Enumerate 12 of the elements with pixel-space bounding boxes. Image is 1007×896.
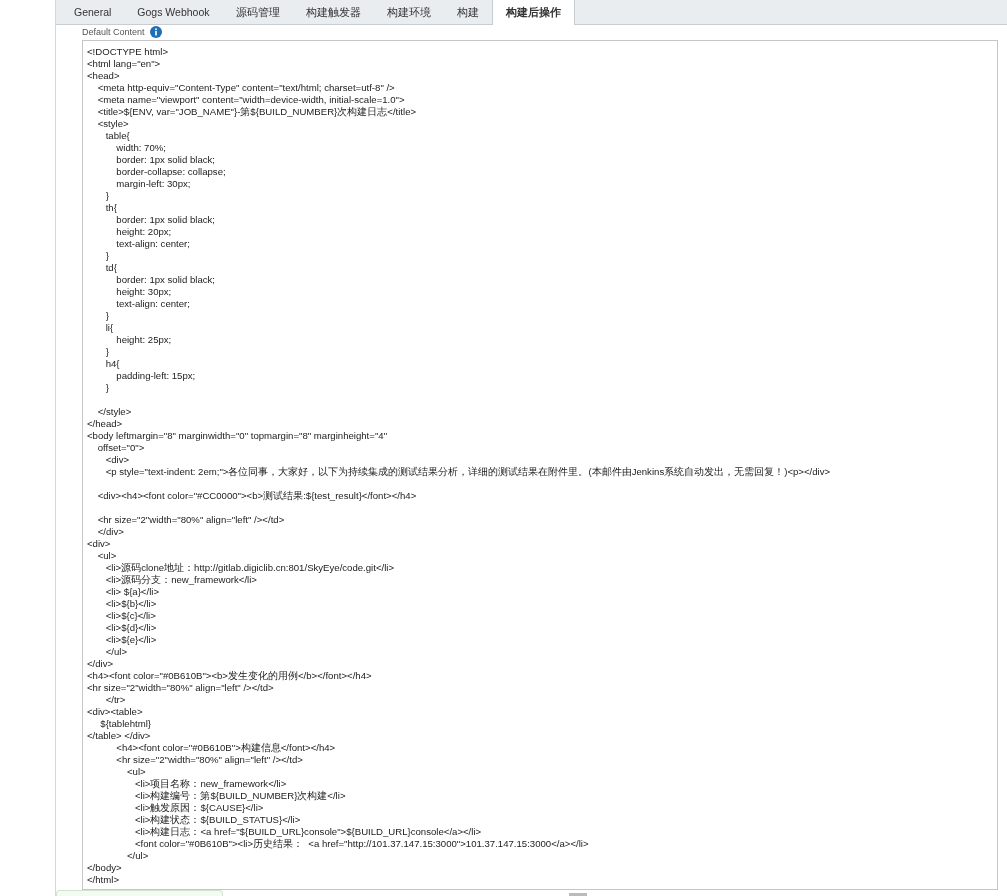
tab[interactable]: 源码管理 xyxy=(222,0,293,24)
tab[interactable]: 构建后操作 xyxy=(491,0,575,25)
tab[interactable]: General xyxy=(61,0,125,24)
code-field[interactable]: <!DOCTYPE html> <html lang="en"> <head> <meta http-equiv="Content-Type" content="text/html; charset=utf-8" /> <meta name="viewport" content="width=device-width, initial-scale=1.0"> <title>${ENV, var="JOB_NAME"}-第${BUILD_NUMBER}次构建日志</title> <style> table{ width: 70%; border: 1px solid black; border-collapse: collapse; margin-left: 30px; } th{ border: 1px solid black; height: 20px; text-align: center; } td{ border: 1px solid black; height: 30px; text-align: center; } li{ height: 25px; } h4{ padding-left: 15px; } </style> </head> <body leftmargin="8" marginwidth="0" topmargin="8" marginheight="4" offset="0"> <div> <p style="text-indent: 2em;">各位同事，大家好，以下为持续集成的测试结果分析，详细的测试结果在附件里。(本邮件由Jenkins系统自动发出，无需回复！)<p></div> <div><h4><font color="#CC0000"><b>测试结果:${test_result}</font></h4> <hr size="2"width="80%" align="left" /></td> </div> <div> <ul> <li>源码clone地址：http://gitlab.digiclib.cn:801/SkyEye/code.git</li> <li>源码分支：new_framework</li> <li> ${a}</li> <li>${b}</li> <li>${c}</li> <li>${d}</li> <li>${e}</li> </ul> </div> <h4><font color="#0B610B"><b>发生变化的用例</b></font></h4> <hr size="2"width="80%" align="left" /></td> </tr> <div><table> ${tablehtml} </table> </div> <h4><font color="#0B610B">构建信息</font></h4> <hr size="2"width="80%" align="left" /></td> <ul> <li>项目名称：new_framework</li> <li>构建编号：第${BUILD_NUMBER}次构建</li> <li>触发原因：${CAUSE}</li> <li>构建状态：${BUILD_STATUS}</li> <li>构建日志：<a href="${BUILD_URL}console">${BUILD_URL}console</a></li> <font color="#0B610B"><li>历史结果： <a href="http://101.37.147.15:3000">101.37.147.15:3000</a></li> </ul> </body> </html> xyxy=(82,40,998,890)
tab[interactable]: Gogs Webhook xyxy=(124,0,223,24)
bottom-tab[interactable] xyxy=(56,890,223,896)
tab[interactable]: 构建环境 xyxy=(373,0,444,24)
field-label: Default Content xyxy=(82,26,145,38)
tab[interactable]: 构建触发器 xyxy=(292,0,374,24)
resize-handle[interactable] xyxy=(569,893,587,896)
help-icon[interactable] xyxy=(149,26,162,38)
tab[interactable]: 构建 xyxy=(443,0,492,24)
